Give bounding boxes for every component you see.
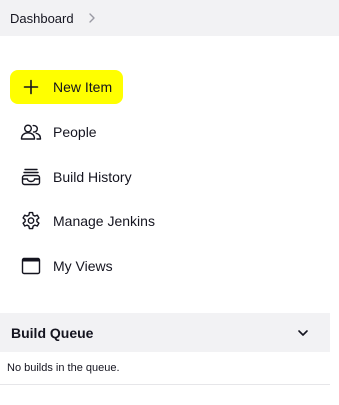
task-label: New Item <box>53 79 113 95</box>
task-my-views[interactable]: My Views <box>10 249 113 283</box>
task-label: My Views <box>53 258 113 274</box>
task-build-history[interactable]: Build History <box>10 160 132 194</box>
window-icon <box>20 255 42 277</box>
breadcrumb: Dashboard <box>0 0 339 36</box>
build-queue-empty-message: No builds in the queue. <box>7 362 120 374</box>
task-label: People <box>53 124 97 140</box>
task-label: Build History <box>53 169 132 185</box>
breadcrumb-dashboard[interactable]: Dashboard <box>10 11 74 26</box>
build-queue-title: Build Queue <box>11 324 94 341</box>
build-queue-body: No builds in the queue. <box>0 352 330 385</box>
task-label: Manage Jenkins <box>53 213 155 229</box>
chevron-down-icon[interactable] <box>296 326 310 340</box>
gear-icon <box>20 210 42 232</box>
plus-icon <box>20 76 42 98</box>
build-queue-header[interactable]: Build Queue <box>0 313 330 352</box>
chevron-right-icon[interactable] <box>86 12 98 24</box>
people-icon <box>20 121 42 143</box>
task-people[interactable]: People <box>10 115 97 149</box>
task-new-item[interactable]: New Item <box>10 70 123 104</box>
build-history-icon <box>20 166 42 188</box>
task-manage-jenkins[interactable]: Manage Jenkins <box>10 204 155 238</box>
